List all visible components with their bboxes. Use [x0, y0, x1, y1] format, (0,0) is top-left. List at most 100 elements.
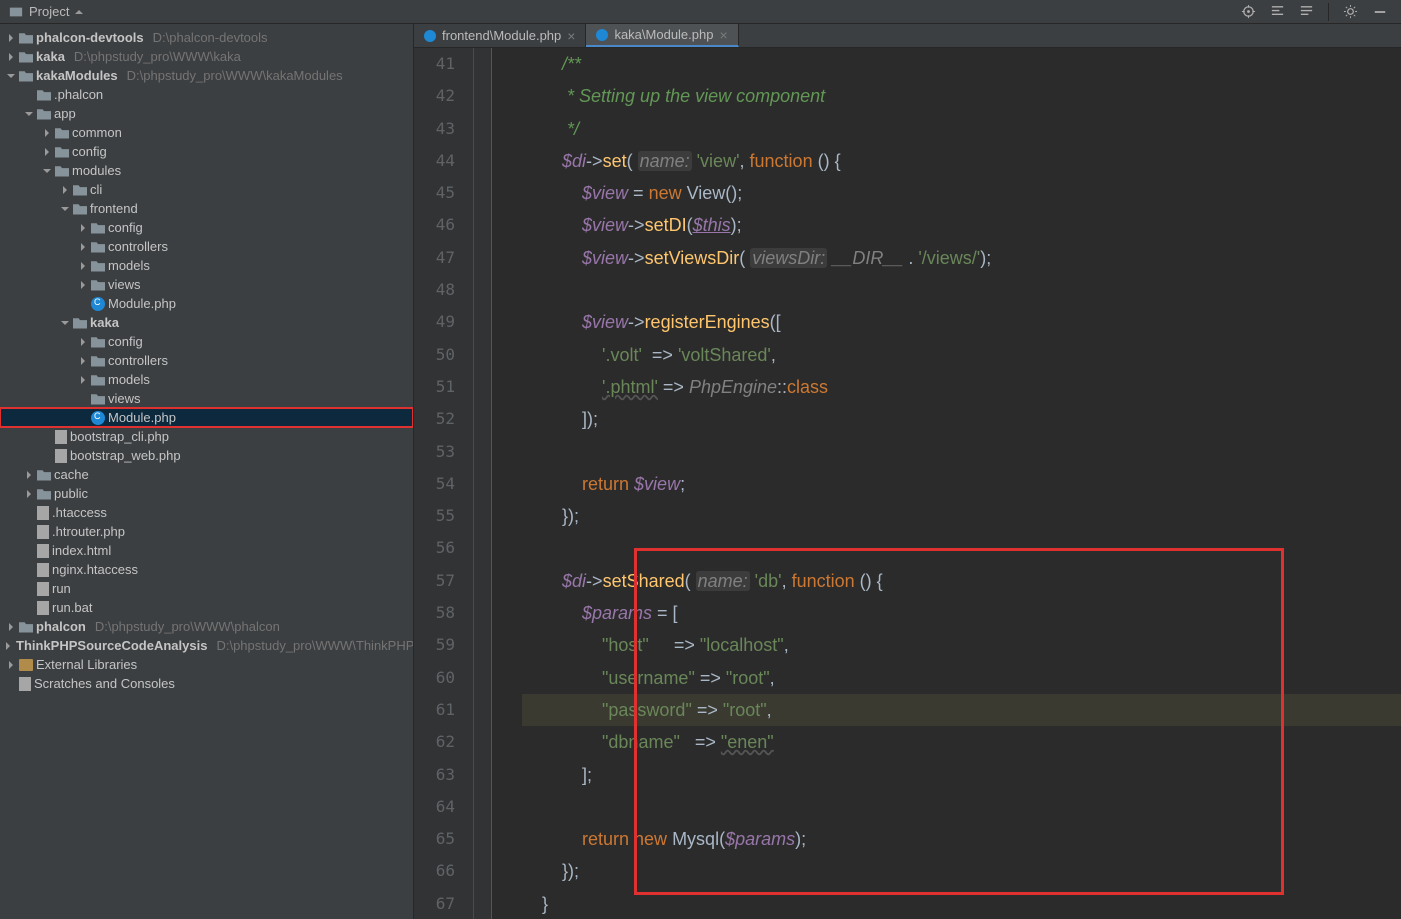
gear-icon[interactable]	[1343, 4, 1358, 19]
code-line[interactable]: '.volt' => 'voltShared',	[522, 339, 1401, 371]
code-line[interactable]: $view->registerEngines([	[522, 306, 1401, 338]
file-icon	[55, 449, 67, 463]
tree-node[interactable]: Scratches and Consoles	[0, 674, 413, 693]
tree-node[interactable]: cli	[0, 180, 413, 199]
tree-node[interactable]: config	[0, 332, 413, 351]
tree-node-label: kaka	[36, 49, 65, 64]
chevron-icon[interactable]	[6, 623, 16, 631]
hide-icon[interactable]	[1372, 4, 1387, 19]
chevron-icon[interactable]	[78, 357, 88, 365]
tree-node[interactable]: common	[0, 123, 413, 142]
code-line[interactable]: "dbname" => "enen"	[522, 726, 1401, 758]
chevron-icon[interactable]	[60, 321, 70, 325]
tree-node[interactable]: kakaD:\phpstudy_pro\WWW\kaka	[0, 47, 413, 66]
code-line[interactable]: /**	[522, 48, 1401, 80]
close-icon[interactable]: ×	[567, 29, 575, 43]
chevron-icon[interactable]	[78, 376, 88, 384]
chevron-icon[interactable]	[24, 490, 34, 498]
code-line[interactable]	[522, 436, 1401, 468]
collapse-all-icon[interactable]	[1299, 4, 1314, 19]
code-line[interactable]: "username" => "root",	[522, 662, 1401, 694]
code-line[interactable]: });	[522, 855, 1401, 887]
expand-all-icon[interactable]	[1270, 4, 1285, 19]
tree-node[interactable]: phalcon-devtoolsD:\phalcon-devtools	[0, 28, 413, 47]
editor-tab[interactable]: frontend\Module.php×	[414, 24, 586, 47]
chevron-icon[interactable]	[6, 53, 16, 61]
close-icon[interactable]: ×	[719, 28, 727, 42]
code-line[interactable]	[522, 274, 1401, 306]
tree-node-label: kakaModules	[36, 68, 118, 83]
tree-node[interactable]: controllers	[0, 351, 413, 370]
chevron-icon[interactable]	[78, 338, 88, 346]
code-line[interactable]: return new Mysql($params);	[522, 823, 1401, 855]
tree-node[interactable]: .htrouter.php	[0, 522, 413, 541]
tree-node[interactable]: nginx.htaccess	[0, 560, 413, 579]
code-line[interactable]: $view = new View();	[522, 177, 1401, 209]
editor-tab[interactable]: kaka\Module.php×	[586, 24, 738, 47]
tree-node[interactable]: kaka	[0, 313, 413, 332]
tree-node[interactable]: config	[0, 218, 413, 237]
tree-node[interactable]: bootstrap_cli.php	[0, 427, 413, 446]
tree-node[interactable]: app	[0, 104, 413, 123]
chevron-icon[interactable]	[42, 148, 52, 156]
chevron-icon[interactable]	[42, 129, 52, 137]
code-line[interactable]: $di->set( name: 'view', function () {	[522, 145, 1401, 177]
code-line[interactable]: });	[522, 500, 1401, 532]
tree-node[interactable]: index.html	[0, 541, 413, 560]
code-line[interactable]: '.phtml' => PhpEngine::class	[522, 371, 1401, 403]
tree-node[interactable]: run	[0, 579, 413, 598]
tree-node[interactable]: models	[0, 370, 413, 389]
code-line[interactable]: */	[522, 113, 1401, 145]
tree-node[interactable]: models	[0, 256, 413, 275]
code-line[interactable]: $view->setViewsDir( viewsDir: __DIR__ . …	[522, 242, 1401, 274]
tree-node[interactable]: Module.php	[0, 408, 413, 427]
chevron-icon[interactable]	[6, 661, 16, 669]
chevron-icon[interactable]	[42, 169, 52, 173]
code-line[interactable]: $params = [	[522, 597, 1401, 629]
chevron-icon[interactable]	[6, 34, 16, 42]
tree-node[interactable]: ThinkPHPSourceCodeAnalysisD:\phpstudy_pr…	[0, 636, 413, 655]
tree-node[interactable]: run.bat	[0, 598, 413, 617]
code-line[interactable]	[522, 791, 1401, 823]
tree-node[interactable]: bootstrap_web.php	[0, 446, 413, 465]
code-line[interactable]: "password" => "root",	[522, 694, 1401, 726]
tree-node[interactable]: cache	[0, 465, 413, 484]
chevron-icon[interactable]	[78, 224, 88, 232]
line-number: 64	[414, 791, 455, 823]
code-line[interactable]: }	[522, 888, 1401, 919]
target-icon[interactable]	[1241, 4, 1256, 19]
code-line[interactable]	[522, 532, 1401, 564]
code-line[interactable]: $view->setDI($this);	[522, 209, 1401, 241]
tree-node[interactable]: views	[0, 275, 413, 294]
chevron-icon[interactable]	[24, 112, 34, 116]
chevron-icon[interactable]	[6, 74, 16, 78]
chevron-icon[interactable]	[60, 186, 70, 194]
code-line[interactable]: $di->setShared( name: 'db', function () …	[522, 565, 1401, 597]
tree-node[interactable]: phalconD:\phpstudy_pro\WWW\phalcon	[0, 617, 413, 636]
tree-node[interactable]: views	[0, 389, 413, 408]
code-view[interactable]: /** * Setting up the view component */ $…	[492, 48, 1401, 919]
chevron-icon[interactable]	[60, 207, 70, 211]
code-line[interactable]: "host" => "localhost",	[522, 629, 1401, 661]
tree-node[interactable]: frontend	[0, 199, 413, 218]
tree-node[interactable]: public	[0, 484, 413, 503]
tree-node[interactable]: modules	[0, 161, 413, 180]
chevron-icon[interactable]	[78, 262, 88, 270]
chevron-icon[interactable]	[24, 471, 34, 479]
chevron-icon[interactable]	[6, 642, 10, 650]
code-line[interactable]: ]);	[522, 403, 1401, 435]
tree-node[interactable]: .htaccess	[0, 503, 413, 522]
code-line[interactable]: return $view;	[522, 468, 1401, 500]
code-line[interactable]: * Setting up the view component	[522, 80, 1401, 112]
tree-node[interactable]: config	[0, 142, 413, 161]
tree-node[interactable]: .phalcon	[0, 85, 413, 104]
tree-node[interactable]: controllers	[0, 237, 413, 256]
tree-node[interactable]: Module.php	[0, 294, 413, 313]
tree-node[interactable]: kakaModulesD:\phpstudy_pro\WWW\kakaModul…	[0, 66, 413, 85]
code-line[interactable]: ];	[522, 759, 1401, 791]
project-tree[interactable]: phalcon-devtoolsD:\phalcon-devtoolskakaD…	[0, 24, 413, 693]
project-dropdown[interactable]: Project	[0, 4, 83, 19]
chevron-icon[interactable]	[78, 243, 88, 251]
chevron-icon[interactable]	[78, 281, 88, 289]
tree-node[interactable]: External Libraries	[0, 655, 413, 674]
